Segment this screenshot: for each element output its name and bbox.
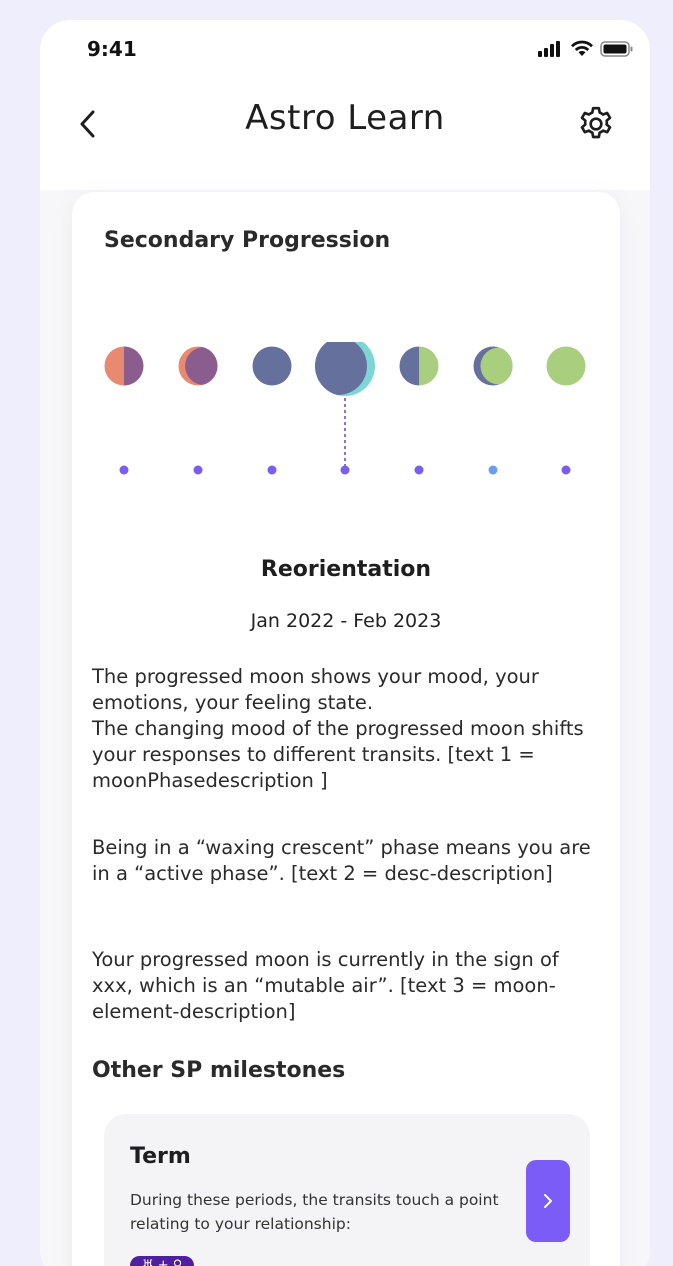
timeline-dot[interactable] (193, 465, 203, 475)
moon-phase-description: The progressed moon shows your mood, you… (92, 665, 584, 792)
timeline-dot[interactable] (561, 465, 571, 475)
timeline-dot[interactable] (267, 465, 277, 475)
timeline-dot-selected[interactable] (340, 465, 350, 475)
moon-phase-2[interactable] (178, 346, 223, 386)
moon-phase-timeline (104, 342, 586, 475)
card-title: Secondary Progression (104, 228, 391, 253)
milestone-title: Term (130, 1144, 191, 1169)
status-bar: 9:41 (40, 20, 650, 80)
moon-phase-5[interactable] (399, 346, 439, 386)
moon-element-description: Your progressed moon is currently in the… (92, 948, 559, 1023)
milestone-open-button[interactable] (526, 1160, 570, 1242)
settings-button[interactable] (572, 100, 620, 148)
progression-card: Secondary Progression Reorientation Jan … (72, 192, 620, 1266)
gear-icon (580, 106, 612, 139)
planet-badge: ♅ + ♀ (130, 1256, 195, 1266)
moon-phase-6[interactable] (473, 346, 518, 386)
page-title: Astro Learn (245, 98, 445, 138)
app-header: Astro Learn (40, 80, 650, 190)
wifi-icon (571, 40, 593, 56)
moon-phase-1[interactable] (104, 346, 144, 386)
moon-phase-3[interactable] (252, 346, 292, 386)
milestone-card-term[interactable]: Term During these periods, the transits … (104, 1114, 590, 1266)
phase-description: Being in a “waxing crescent” phase means… (92, 836, 591, 885)
phone-screen: 9:41 Astro Learn Secondary Progression R… (40, 20, 650, 1266)
milestone-description: During these periods, the transits touch… (130, 1191, 499, 1234)
battery-icon (600, 40, 633, 57)
phase-name: Reorientation (260, 557, 432, 582)
phase-dates: Jan 2022 - Feb 2023 (250, 610, 442, 632)
moon-phase-7[interactable] (546, 346, 586, 386)
status-icons (538, 40, 634, 57)
timeline-dot[interactable] (119, 465, 129, 475)
moon-phase-4-selected[interactable] (309, 342, 375, 396)
timeline-dot[interactable] (414, 465, 424, 475)
timeline-dot[interactable] (488, 465, 498, 475)
signal-icon (538, 40, 560, 57)
status-time: 9:41 (87, 37, 137, 61)
chevron-right-icon (544, 1194, 552, 1208)
other-milestones-title: Other SP milestones (92, 1058, 346, 1083)
